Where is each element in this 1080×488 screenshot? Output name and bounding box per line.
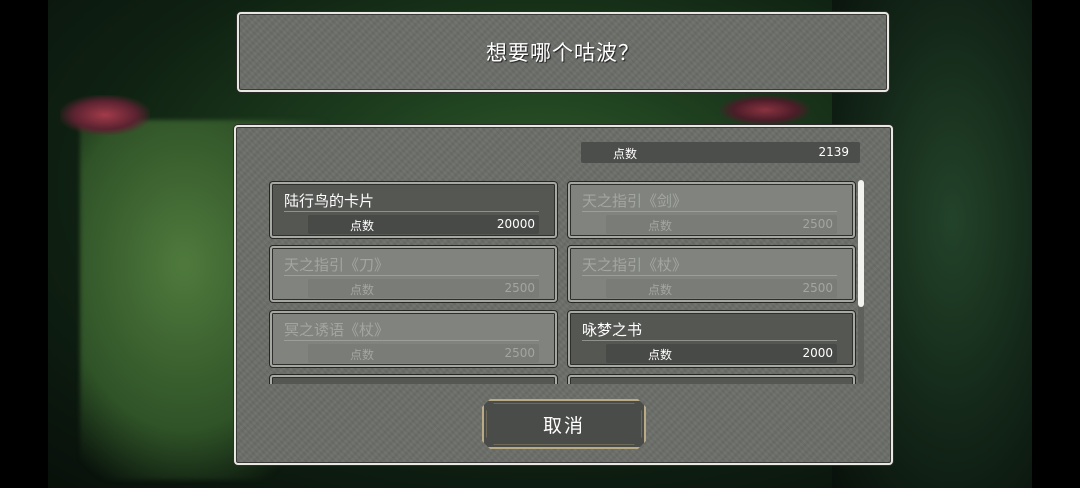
item-cost-row: 点数 2500 [606,215,837,234]
prompt-panel: 想要哪个咕波？ [237,12,889,92]
item-cost-row: 点数 2500 [606,279,837,298]
item-name: 天之指引《剑》 [582,192,688,210]
item-name: 陆行鸟的卡片 [284,192,375,210]
item-name: 天之指引《杖》 [582,256,688,274]
item-card[interactable]: 陆行鸟的卡片 点数 20000 [270,182,557,238]
points-display: 点数 2139 [581,142,860,163]
item-cost-row: 点数 2000 [606,344,837,363]
item-cost-value: 2500 [802,281,833,295]
letterbox-left [0,0,48,488]
points-value: 2139 [818,145,849,159]
item-card-disabled[interactable]: 天之指引《杖》 点数 2500 [568,246,855,302]
item-cost-label: 点数 [648,348,673,362]
item-card-disabled[interactable]: 天之指引《刀》 点数 2500 [270,246,557,302]
item-card-disabled[interactable]: 天之指引《剑》 点数 2500 [568,182,855,238]
item-cost-label: 点数 [648,283,673,297]
item-card-disabled[interactable]: 冥之诱语《杖》 点数 2500 [270,311,557,367]
item-cost-label: 点数 [350,283,375,297]
item-list[interactable]: 陆行鸟的卡片 点数 20000 天之指引《剑》 点数 2500 天之指引《刀》 … [268,180,858,384]
item-card-partial[interactable] [270,375,557,384]
divider [284,340,539,341]
item-cost-label: 点数 [648,219,673,233]
item-name: 咏梦之书 [582,321,643,339]
item-cost-value: 2000 [802,346,833,360]
scrollbar-thumb[interactable] [858,180,864,307]
divider [582,211,837,212]
prompt-title: 想要哪个咕波？ [486,41,640,65]
item-cost-value: 2500 [802,217,833,231]
item-cost-label: 点数 [350,348,375,362]
item-cost-value: 20000 [496,217,535,231]
item-name: 冥之诱语《杖》 [284,321,390,339]
item-name: 天之指引《刀》 [284,256,390,274]
item-cost-row: 点数 20000 [308,215,539,234]
points-label: 点数 [613,147,638,161]
item-cost-value: 2500 [504,281,535,295]
flower-bush [60,95,150,135]
item-card-partial[interactable] [568,375,855,384]
item-cost-value: 2500 [504,346,535,360]
item-cost-label: 点数 [350,219,375,233]
scrollbar[interactable] [858,180,864,384]
divider [582,275,837,276]
cancel-button[interactable]: 取消 [482,399,646,449]
flower-bush [720,95,810,125]
letterbox-right [1032,0,1080,488]
item-card[interactable]: 咏梦之书 点数 2000 [568,311,855,367]
divider [582,340,837,341]
item-cost-row: 点数 2500 [308,279,539,298]
divider [284,211,539,212]
item-cost-row: 点数 2500 [308,344,539,363]
divider [284,275,539,276]
